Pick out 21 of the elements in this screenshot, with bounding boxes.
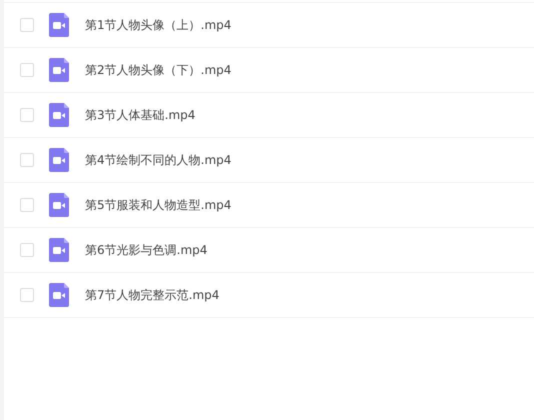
checkbox[interactable] [20, 108, 34, 122]
video-file-icon [49, 238, 69, 262]
checkbox[interactable] [20, 198, 34, 212]
file-name[interactable]: 第1节人物头像（上）.mp4 [85, 16, 232, 34]
checkbox[interactable] [20, 18, 34, 32]
checkbox[interactable] [20, 63, 34, 77]
file-name[interactable]: 第7节人物完整示范.mp4 [85, 286, 220, 304]
checkbox[interactable] [20, 153, 34, 167]
video-file-icon [49, 148, 69, 172]
file-name[interactable]: 第2节人物头像（下）.mp4 [85, 62, 232, 78]
video-file-icon [49, 193, 69, 217]
file-name[interactable]: 第3节人体基础.mp4 [85, 106, 196, 124]
video-file-icon [49, 13, 69, 37]
file-name[interactable]: 第5节服装和人物造型.mp4 [85, 196, 232, 214]
checkbox[interactable] [20, 243, 34, 257]
file-name[interactable]: 第6节光影与色调.mp4 [85, 242, 208, 258]
file-name[interactable]: 第4节绘制不同的人物.mp4 [85, 152, 232, 168]
video-file-icon [49, 58, 69, 82]
video-file-icon [49, 103, 69, 127]
video-file-icon [49, 283, 69, 307]
checkbox[interactable] [20, 288, 34, 302]
